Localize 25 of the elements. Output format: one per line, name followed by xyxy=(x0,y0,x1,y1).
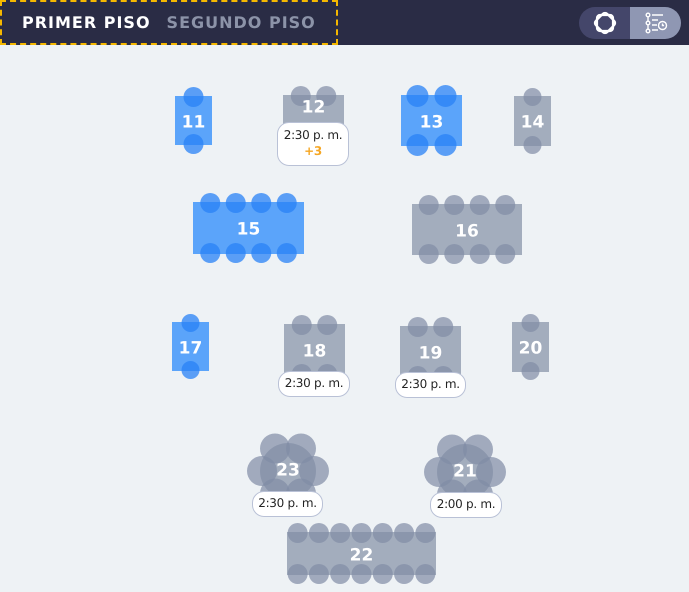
table-number: 22 xyxy=(350,547,374,564)
table-number: 11 xyxy=(182,114,206,131)
table-number: 18 xyxy=(302,343,326,360)
table-number: 19 xyxy=(418,345,442,362)
table-number: 14 xyxy=(520,114,544,132)
table-number: 12 xyxy=(302,100,326,116)
table-number: 13 xyxy=(420,114,444,131)
reservation-time: 2:30 p. m. xyxy=(258,496,317,512)
reservation-time: 2:30 p. m. xyxy=(284,128,342,144)
list-view-button[interactable] xyxy=(630,6,681,38)
table-number: 23 xyxy=(276,462,300,480)
table-number: 16 xyxy=(455,223,479,240)
floor-tab[interactable]: PRIMER PISO xyxy=(14,10,159,34)
reservation-time: 2:30 p. m. xyxy=(284,376,344,392)
floor-tab[interactable]: SEGUNDO PISO xyxy=(158,10,324,34)
list-clock-icon xyxy=(644,12,668,34)
reservation-time: 2:30 p. m. xyxy=(401,377,460,393)
table-number: 20 xyxy=(518,340,542,358)
table-number: 21 xyxy=(453,464,477,480)
extra-guests-count: +3 xyxy=(304,144,322,160)
table-number: 17 xyxy=(178,340,202,357)
table-number: 15 xyxy=(236,222,260,238)
floor-plan-icon xyxy=(592,10,618,36)
floor-plan-view-button[interactable] xyxy=(579,6,630,38)
reservation-time: 2:00 p. m. xyxy=(436,497,496,513)
